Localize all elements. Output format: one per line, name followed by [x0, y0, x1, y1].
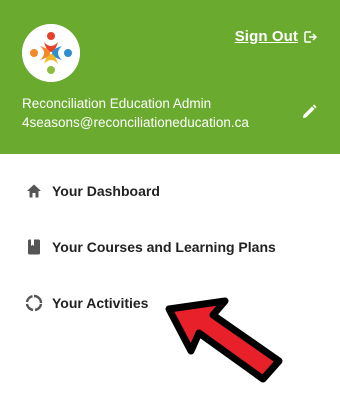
sign-out-label[interactable]: Sign Out — [235, 28, 298, 45]
user-name: Reconciliation Education Admin — [22, 96, 212, 111]
nav-label-dashboard: Your Dashboard — [52, 183, 160, 199]
nav-item-courses[interactable]: Your Courses and Learning Plans — [0, 227, 340, 267]
book-icon — [25, 238, 43, 256]
user-email: 4seasons@reconciliationeducation.ca — [22, 115, 249, 130]
nav-label-activities: Your Activities — [52, 295, 149, 311]
nav-item-dashboard[interactable]: Your Dashboard — [0, 171, 340, 211]
activity-ring-icon — [25, 294, 43, 312]
reconciliation-logo-icon — [22, 24, 80, 82]
sign-out-icon — [304, 30, 317, 43]
nav-label-courses: Your Courses and Learning Plans — [52, 239, 276, 255]
profile-header: Sign Out Reconciliation Education Admin … — [0, 0, 340, 154]
sign-out-link[interactable]: Sign Out — [235, 28, 317, 45]
pencil-icon — [303, 104, 317, 118]
red-arrow-icon — [165, 297, 283, 383]
avatar — [22, 24, 80, 82]
edit-profile-button[interactable] — [300, 103, 318, 121]
home-icon — [25, 182, 43, 200]
